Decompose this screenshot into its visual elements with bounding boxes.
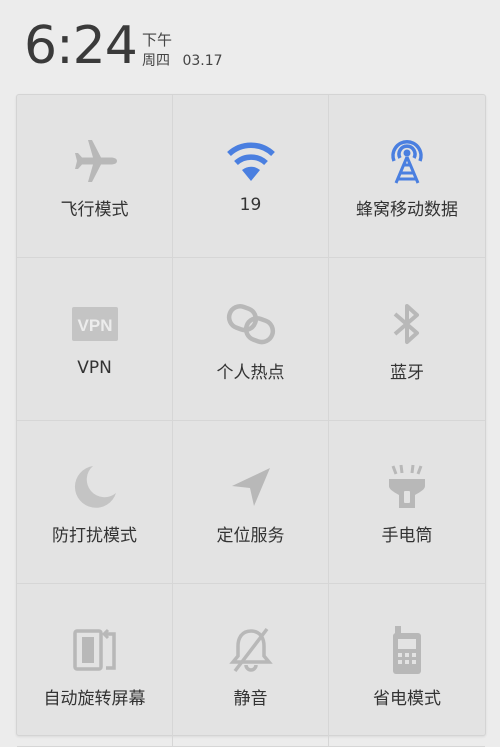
tile-cellular-data[interactable]: 蜂窝移动数据: [329, 95, 485, 258]
battery-saver-icon: [379, 622, 435, 678]
tile-do-not-disturb[interactable]: 防打扰模式: [17, 421, 173, 584]
status-header: 6:24 下午 周四 03.17: [0, 0, 500, 94]
tile-flashlight[interactable]: 手电筒: [329, 421, 485, 584]
quick-settings-panel: 飞行模式 19 蜂窝移动数据 VPN VPN 个人热点 蓝牙 防打扰模式 定位服…: [16, 94, 486, 747]
tile-label: 防打扰模式: [52, 526, 137, 546]
tile-label: 省电模式: [373, 689, 441, 709]
rotate-screen-icon: [67, 622, 123, 678]
location-arrow-icon: [223, 459, 279, 515]
tile-location-services[interactable]: 定位服务: [173, 421, 329, 584]
bell-muted-icon: [223, 622, 279, 678]
tile-airplane-mode[interactable]: 飞行模式: [17, 95, 173, 258]
svg-text:VPN: VPN: [77, 316, 112, 335]
tile-label: 蜂窝移动数据: [356, 200, 458, 220]
tile-bluetooth[interactable]: 蓝牙: [329, 258, 485, 421]
tile-label: VPN: [77, 358, 112, 378]
tile-label: 静音: [233, 689, 268, 709]
vpn-icon: VPN: [67, 296, 123, 352]
tile-wifi[interactable]: 19: [173, 95, 329, 258]
weekday: 周四: [142, 53, 170, 69]
tile-power-saving[interactable]: 省电模式: [329, 584, 485, 747]
airplane-icon: [67, 133, 123, 189]
tile-silent[interactable]: 静音: [173, 584, 329, 747]
moon-icon: [67, 459, 123, 515]
tile-label: 自动旋转屏幕: [43, 689, 146, 709]
quick-settings-grid: 飞行模式 19 蜂窝移动数据 VPN VPN 个人热点 蓝牙 防打扰模式 定位服…: [17, 95, 485, 747]
tile-label: 19: [239, 195, 262, 215]
flashlight-icon: [379, 459, 435, 515]
tile-auto-rotate[interactable]: 自动旋转屏幕: [17, 584, 173, 747]
date-line: 周四 03.17: [142, 50, 223, 70]
tile-personal-hotspot[interactable]: 个人热点: [173, 258, 329, 421]
tile-label: 定位服务: [216, 526, 285, 546]
tile-label: 蓝牙: [390, 363, 424, 383]
date: 03.17: [182, 53, 223, 69]
wifi-icon: [223, 133, 279, 189]
tile-label: 个人热点: [216, 363, 285, 383]
cellular-tower-icon: [379, 133, 435, 189]
clock-time: 6:24: [24, 16, 138, 76]
tile-label: 飞行模式: [60, 200, 129, 220]
clock-ampm: 下午: [142, 31, 173, 49]
hotspot-link-icon: [223, 296, 279, 352]
tile-label: 手电筒: [381, 526, 433, 546]
bluetooth-icon: [379, 296, 435, 352]
tile-vpn[interactable]: VPN VPN: [17, 258, 173, 421]
